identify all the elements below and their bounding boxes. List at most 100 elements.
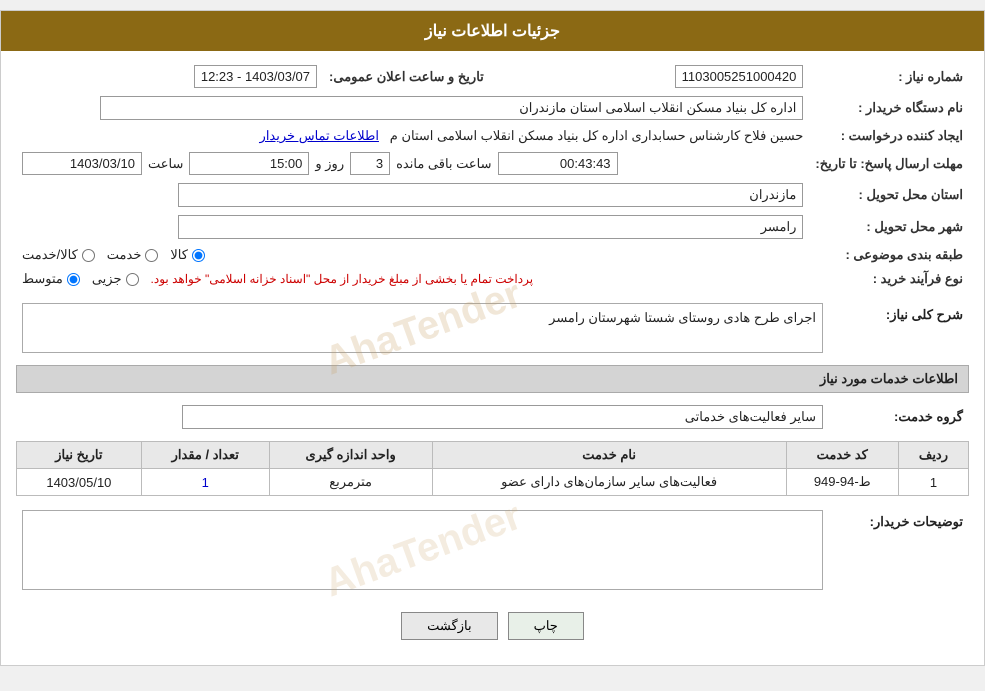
need-desc-label: شرح کلی نیاز:	[829, 299, 969, 357]
row-need-number: شماره نیاز : 1103005251000420 تاریخ و سا…	[16, 61, 969, 92]
cell-unit: مترمربع	[269, 469, 432, 496]
print-button[interactable]: چاپ	[508, 612, 584, 640]
category-label-kala: کالا	[170, 247, 188, 263]
row-buyer-org: نام دستگاه خریدار : اداره کل بنیاد مسکن …	[16, 92, 969, 124]
buyer-notes-table: توضیحات خریدار: AhaTender	[16, 506, 969, 594]
deadline-row: 1403/03/10 ساعت 15:00 روز و 3 ساعت باقی …	[16, 148, 809, 179]
page-header: جزئیات اطلاعات نیاز	[1, 11, 984, 51]
cell-row: 1	[898, 469, 968, 496]
category-option-khadamat: خدمت	[107, 247, 159, 263]
content-area: شماره نیاز : 1103005251000420 تاریخ و سا…	[1, 51, 984, 665]
notes-watermark: AhaTender	[318, 494, 527, 607]
row-need-desc: شرح کلی نیاز: AhaTender اجرای طرح هادی ر…	[16, 299, 969, 357]
creator-text: حسین فلاح کارشناس حسابداری اداره کل بنیا…	[390, 128, 804, 143]
need-number-box: 1103005251000420	[675, 65, 804, 88]
process-flex: متوسط جزیی پرداخت تمام یا بخشی از مبلغ خ…	[22, 271, 803, 287]
delivery-province-value: مازندران	[16, 179, 809, 211]
service-group-label: گروه خدمت:	[829, 401, 969, 433]
category-options: کالا/خدمت خدمت کالا	[16, 243, 809, 267]
col-unit: واحد اندازه گیری	[269, 442, 432, 469]
process-label-jozyi: جزیی	[92, 271, 122, 287]
process-row: متوسط جزیی پرداخت تمام یا بخشی از مبلغ خ…	[16, 267, 809, 291]
col-code: کد خدمت	[786, 442, 898, 469]
row-buyer-notes: توضیحات خریدار: AhaTender	[16, 506, 969, 594]
services-table-head: ردیف کد خدمت نام خدمت واحد اندازه گیری ت…	[17, 442, 969, 469]
row-process: نوع فرآیند خرید : متوسط جزیی	[16, 267, 969, 291]
buyer-org-label: نام دستگاه خریدار :	[809, 92, 969, 124]
contact-link[interactable]: اطلاعات تماس خریدار	[260, 128, 379, 143]
creator-label: ایجاد کننده درخواست :	[809, 124, 969, 148]
cell-code: ط-94-949	[786, 469, 898, 496]
delivery-city-value: رامسر	[16, 211, 809, 243]
remaining-label: ساعت باقی مانده	[396, 156, 491, 172]
row-deadline: مهلت ارسال پاسخ: تا تاریخ: 1403/03/10 سا…	[16, 148, 969, 179]
delivery-city-box: رامسر	[178, 215, 803, 239]
process-note: پرداخت تمام یا بخشی از مبلغ خریدار از مح…	[151, 272, 534, 286]
deadline-flex: 1403/03/10 ساعت 15:00 روز و 3 ساعت باقی …	[22, 152, 803, 175]
need-desc-table: شرح کلی نیاز: AhaTender اجرای طرح هادی ر…	[16, 299, 969, 357]
process-radio-jozyi[interactable]	[126, 273, 139, 286]
deadline-day-label: روز و	[315, 156, 344, 172]
buyer-org-value: اداره کل بنیاد مسکن انقلاب اسلامی استان …	[16, 92, 809, 124]
deadline-label: مهلت ارسال پاسخ: تا تاریخ:	[809, 148, 969, 179]
buttons-row: چاپ بازگشت	[16, 602, 969, 655]
services-table-header-row: ردیف کد خدمت نام خدمت واحد اندازه گیری ت…	[17, 442, 969, 469]
category-option-kala-khadamat: کالا/خدمت	[22, 247, 95, 263]
need-desc-value-cell: AhaTender اجرای طرح هادی روستای شستا شهر…	[16, 299, 829, 357]
deadline-days-box: 3	[350, 152, 390, 175]
cell-date: 1403/05/10	[17, 469, 142, 496]
cell-name: فعالیت‌های سایر سازمان‌های دارای عضو	[432, 469, 786, 496]
buyer-notes-container: AhaTender	[22, 510, 823, 590]
delivery-province-label: استان محل تحویل :	[809, 179, 969, 211]
col-count: تعداد / مقدار	[141, 442, 269, 469]
announce-date-value: 1403/03/07 - 12:23	[16, 61, 323, 92]
service-group-table: گروه خدمت: سایر فعالیت‌های خدماتی	[16, 401, 969, 433]
category-label: طبقه بندی موضوعی :	[809, 243, 969, 267]
col-row: ردیف	[898, 442, 968, 469]
row-service-group: گروه خدمت: سایر فعالیت‌های خدماتی	[16, 401, 969, 433]
need-desc-text: اجرای طرح هادی روستای شستا شهرستان رامسر	[549, 310, 816, 325]
row-delivery-city: شهر محل تحویل : رامسر	[16, 211, 969, 243]
need-desc-container: AhaTender اجرای طرح هادی روستای شستا شهر…	[22, 303, 823, 353]
deadline-time-label: ساعت	[148, 156, 183, 172]
category-radio-khadamat[interactable]	[145, 249, 158, 262]
row-delivery-province: استان محل تحویل : مازندران	[16, 179, 969, 211]
services-table-body: 1 ط-94-949 فعالیت‌های سایر سازمان‌های دا…	[17, 469, 969, 496]
delivery-city-label: شهر محل تحویل :	[809, 211, 969, 243]
announce-date-box: 1403/03/07 - 12:23	[194, 65, 317, 88]
announce-date-label: تاریخ و ساعت اعلان عمومی:	[323, 61, 490, 92]
back-button[interactable]: بازگشت	[401, 612, 497, 640]
deadline-date-box: 1403/03/10	[22, 152, 142, 175]
col-date: تاریخ نیاز	[17, 442, 142, 469]
need-number-value: 1103005251000420	[490, 61, 810, 92]
page-title: جزئیات اطلاعات نیاز	[425, 23, 560, 40]
category-radio-group: کالا/خدمت خدمت کالا	[22, 247, 803, 263]
service-group-value-cell: سایر فعالیت‌های خدماتی	[16, 401, 829, 433]
delivery-province-box: مازندران	[178, 183, 803, 207]
page-wrapper: جزئیات اطلاعات نیاز شماره نیاز : 1103005…	[0, 10, 985, 666]
row-creator: ایجاد کننده درخواست : حسین فلاح کارشناس …	[16, 124, 969, 148]
category-radio-kala[interactable]	[192, 249, 205, 262]
category-option-kala: کالا	[170, 247, 205, 263]
service-group-box: سایر فعالیت‌های خدماتی	[182, 405, 823, 429]
creator-value: حسین فلاح کارشناس حسابداری اداره کل بنیا…	[16, 124, 809, 148]
process-radio-group: متوسط جزیی	[22, 271, 139, 287]
row-category: طبقه بندی موضوعی : کالا/خدمت خدمت کالا	[16, 243, 969, 267]
process-option-motavasset: متوسط	[22, 271, 80, 287]
process-label: نوع فرآیند خرید :	[809, 267, 969, 291]
cell-count: 1	[141, 469, 269, 496]
process-label-motavasset: متوسط	[22, 271, 63, 287]
process-radio-motavasset[interactable]	[67, 273, 80, 286]
table-row: 1 ط-94-949 فعالیت‌های سایر سازمان‌های دا…	[17, 469, 969, 496]
category-label-khadamat: خدمت	[107, 247, 142, 263]
buyer-notes-value-cell: AhaTender	[16, 506, 829, 594]
need-number-label: شماره نیاز :	[809, 61, 969, 92]
deadline-time-box: 15:00	[189, 152, 309, 175]
info-table: شماره نیاز : 1103005251000420 تاریخ و سا…	[16, 61, 969, 291]
buyer-notes-label: توضیحات خریدار:	[829, 506, 969, 594]
services-table: ردیف کد خدمت نام خدمت واحد اندازه گیری ت…	[16, 441, 969, 496]
category-radio-kala-khadamat[interactable]	[82, 249, 95, 262]
services-section-header: اطلاعات خدمات مورد نیاز	[16, 365, 969, 393]
col-name: نام خدمت	[432, 442, 786, 469]
buyer-org-box: اداره کل بنیاد مسکن انقلاب اسلامی استان …	[100, 96, 803, 120]
